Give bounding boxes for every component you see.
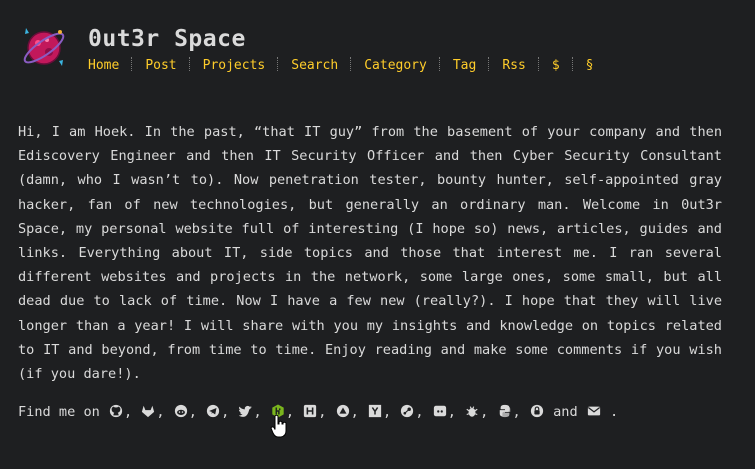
nav-home[interactable]: Home [88,58,119,73]
steam-icon[interactable] [400,404,414,418]
nav-search[interactable]: Search [291,58,338,73]
telegram-icon[interactable] [206,404,220,418]
nav-rss[interactable]: Rss [502,58,525,73]
nav-separator [488,57,490,71]
nav-separator [277,57,279,71]
find-me-end: . [610,404,619,420]
main-nav: Home Post Projects Search Category Tag Rss $ § [88,57,593,73]
hackthebox-icon[interactable] [336,404,350,418]
ycombinator-icon[interactable] [368,404,382,418]
twitter-icon[interactable] [238,404,253,418]
nav-separator [350,57,352,71]
and-label: and [553,404,578,420]
hackerone-h-icon[interactable] [303,404,317,418]
github-icon[interactable] [109,404,123,418]
discord-icon[interactable] [433,404,447,418]
keybase-icon[interactable] [530,404,544,418]
find-me-line: Find me on , , , , , , , , , , , , , and… [18,404,619,420]
nav-separator [188,57,191,71]
reddit-icon[interactable] [174,404,188,418]
find-me-label: Find me on [18,404,100,420]
python-icon[interactable] [498,404,512,418]
email-icon[interactable] [587,404,601,418]
nav-post[interactable]: Post [145,58,176,73]
bio-paragraph: Hi, I am Hoek. In the past, “that IT guy… [18,124,722,383]
site-title[interactable]: 0ut3r Space [88,26,246,52]
hand-cursor-icon [270,414,287,438]
nav-separator [537,57,540,71]
gitlab-icon[interactable] [141,404,155,418]
nav-projects[interactable]: Projects [203,58,266,73]
site-logo-icon[interactable] [20,24,68,72]
nav-separator [571,57,574,71]
nav-separator [131,57,133,71]
nav-category[interactable]: Category [364,58,427,73]
nav-tag[interactable]: Tag [453,58,476,73]
bug-icon[interactable] [465,404,479,418]
nav-section[interactable]: § [586,58,594,73]
nav-separator [438,57,441,71]
nav-donate[interactable]: $ [552,58,560,73]
